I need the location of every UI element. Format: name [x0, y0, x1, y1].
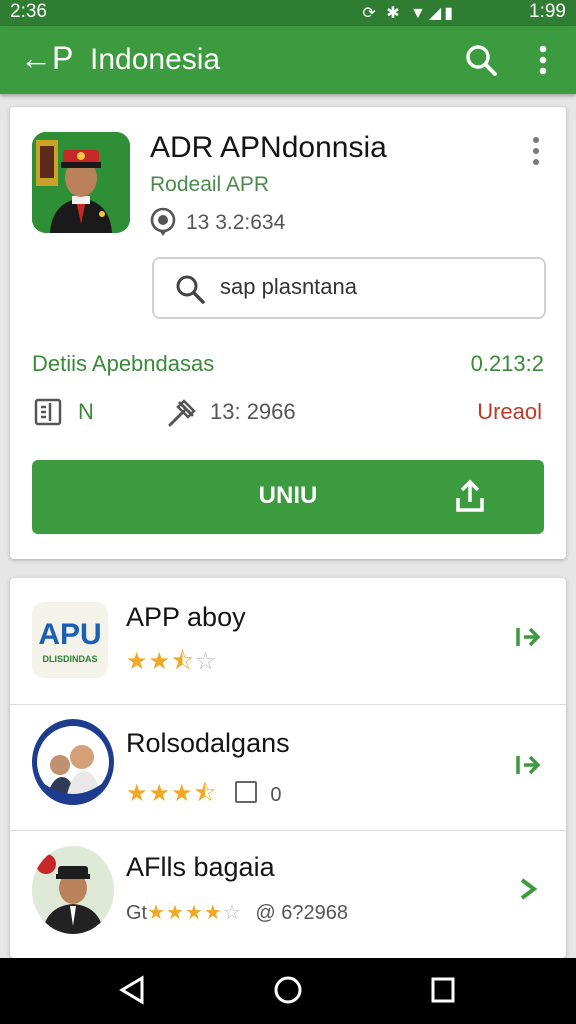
search-field-text: sap plasntana — [220, 274, 357, 299]
details-label: Detiis Apebndasas — [32, 351, 215, 376]
status-label: Ureaol — [477, 399, 542, 424]
star-rating: ★★★⯪ — [126, 780, 218, 807]
open-arrow-icon[interactable] — [512, 874, 542, 904]
back-nav-icon[interactable] — [118, 974, 146, 1006]
logo-subtext: DLISDINDAS — [42, 654, 97, 664]
share-icon[interactable] — [452, 478, 488, 514]
back-button[interactable]: ←P — [20, 38, 73, 78]
recents-nav-icon[interactable] — [430, 974, 456, 1006]
developer-name[interactable]: Rodeail APR — [150, 173, 269, 197]
star-rating: ★★⯪☆ — [126, 648, 218, 675]
document-icon — [34, 398, 62, 426]
list-item-name: AFlls bagaia — [126, 852, 275, 882]
install-button[interactable]: UNIU — [32, 460, 544, 534]
app-logo: APU DLISDINDAS — [32, 602, 108, 678]
review-bubble-icon — [150, 207, 176, 236]
open-arrow-icon[interactable] — [512, 750, 542, 780]
related-apps-list: APU DLISDINDAS APP aboy ★★⯪☆ Rolsodalgan… — [10, 578, 566, 958]
list-item[interactable]: AFlls bagaia Gt★★★★☆ @ 6?2968 — [10, 830, 566, 956]
info-row: N 13: 2966 Ureaol — [10, 397, 566, 431]
list-item-prefix: Gt — [126, 902, 148, 924]
apu-logo-image: APU DLISDINDAS — [38, 618, 101, 664]
status-time-left: 2:36 — [10, 1, 47, 22]
download-count: 13: 2966 — [210, 399, 296, 424]
review-count: 13 3.2:634 — [186, 211, 286, 234]
officer-avatar-image — [32, 846, 114, 934]
search-icon — [176, 275, 205, 304]
size-icon — [234, 781, 257, 803]
list-item-name: APP aboy — [126, 602, 246, 632]
list-item-meta: @ 6?2968 — [255, 902, 348, 924]
status-icons: ⟳ ✱ ▼◢▮ — [362, 5, 456, 22]
list-item-rating: ★★⯪☆ — [126, 644, 217, 685]
app-detail-card: ADR APNdonnsia Rodeail APR 13 3.2:634 sa… — [10, 107, 566, 559]
list-item[interactable]: APU DLISDINDAS APP aboy ★★⯪☆ — [10, 578, 566, 705]
officer-portrait-image — [32, 132, 130, 233]
status-bar: 2:36 ⟳ ✱ ▼◢▮ 1:99 — [0, 0, 576, 26]
download-tag-icon — [168, 399, 196, 427]
star-rating: ★★★★☆ — [147, 902, 242, 924]
details-value: 0.213:2 — [470, 351, 544, 376]
status-time-right: 1:99 — [529, 1, 566, 22]
list-item-rating: ★★★⯪ 0 — [126, 776, 282, 817]
overflow-menu-icon[interactable] — [530, 44, 556, 76]
app-logo — [32, 846, 114, 934]
app-logo — [32, 719, 114, 805]
open-arrow-icon[interactable] — [512, 622, 542, 652]
system-nav-bar — [0, 958, 576, 1024]
home-nav-icon[interactable] — [272, 974, 304, 1006]
logo-text: APU — [38, 618, 101, 651]
list-item-meta: 0 — [270, 784, 282, 806]
list-item-name: Rolsodalgans — [126, 728, 290, 758]
app-bar: ←P Indonesia — [0, 26, 576, 94]
list-item[interactable]: Rolsodalgans ★★★⯪ 0 — [10, 704, 566, 831]
search-icon[interactable] — [464, 43, 498, 77]
info-n-label: N — [78, 399, 94, 424]
list-item-rating: Gt★★★★☆ @ 6?2968 — [126, 900, 348, 925]
card-menu-icon[interactable] — [528, 135, 544, 167]
page-title: Indonesia — [90, 43, 221, 76]
app-name: ADR APNdonnsia — [150, 131, 387, 164]
app-icon — [32, 132, 130, 233]
search-field[interactable]: sap plasntana — [152, 257, 546, 319]
officers-badge-image — [37, 726, 109, 805]
